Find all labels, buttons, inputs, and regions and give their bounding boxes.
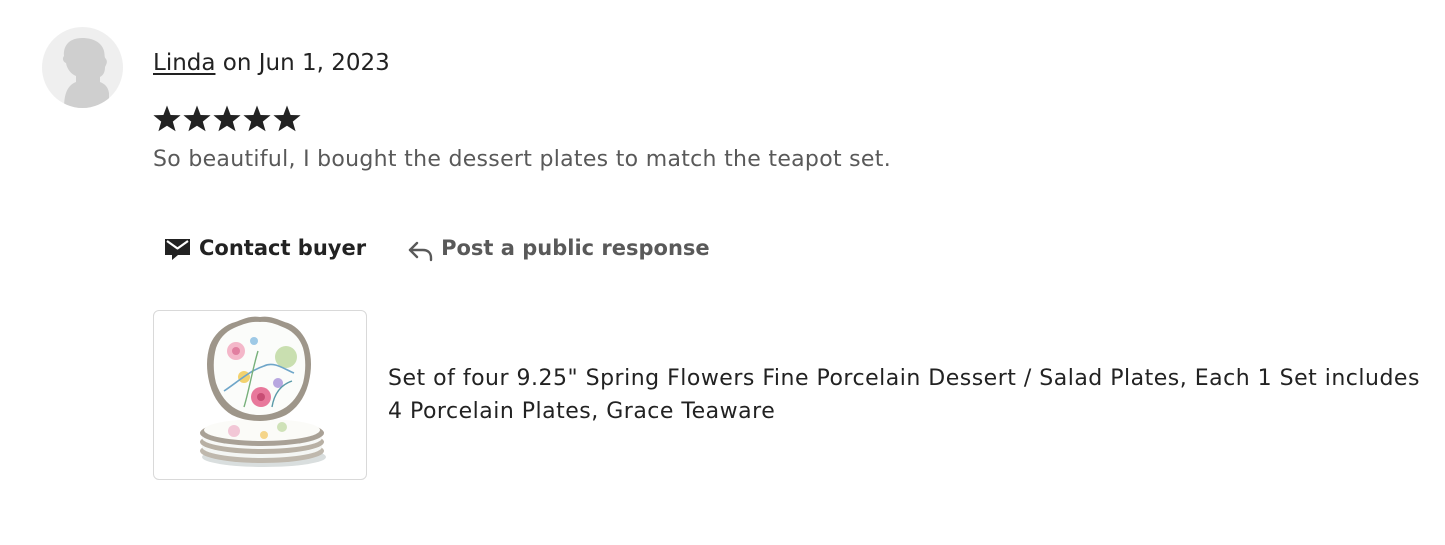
product-thumbnail[interactable] (153, 310, 367, 480)
product-title-link[interactable]: Set of four 9.25" Spring Flowers Fine Po… (388, 362, 1428, 428)
default-avatar-icon (62, 38, 109, 108)
review-header: Linda on Jun 1, 2023 (153, 48, 390, 78)
star-icon (152, 104, 182, 134)
floral-plates-image (200, 316, 326, 467)
star-icon (182, 104, 212, 134)
contact-buyer-button[interactable]: Contact buyer (164, 232, 366, 264)
star-icon (212, 104, 242, 134)
review-actions: Contact buyer Post a public response (164, 232, 710, 264)
reviewer-name-link[interactable]: Linda (153, 50, 215, 76)
star-rating (152, 104, 302, 134)
post-public-response-label: Post a public response (441, 236, 710, 260)
star-icon (242, 104, 272, 134)
reviewed-product: Set of four 9.25" Spring Flowers Fine Po… (153, 310, 1428, 480)
post-public-response-button[interactable]: Post a public response (408, 232, 710, 264)
review-date: on Jun 1, 2023 (222, 50, 390, 76)
contact-buyer-label: Contact buyer (199, 236, 367, 260)
envelope-icon (164, 235, 191, 261)
star-icon (272, 104, 302, 134)
reply-arrow-icon (408, 240, 433, 262)
review-text: So beautiful, I bought the dessert plate… (153, 147, 891, 172)
reviewer-avatar[interactable] (42, 27, 123, 108)
